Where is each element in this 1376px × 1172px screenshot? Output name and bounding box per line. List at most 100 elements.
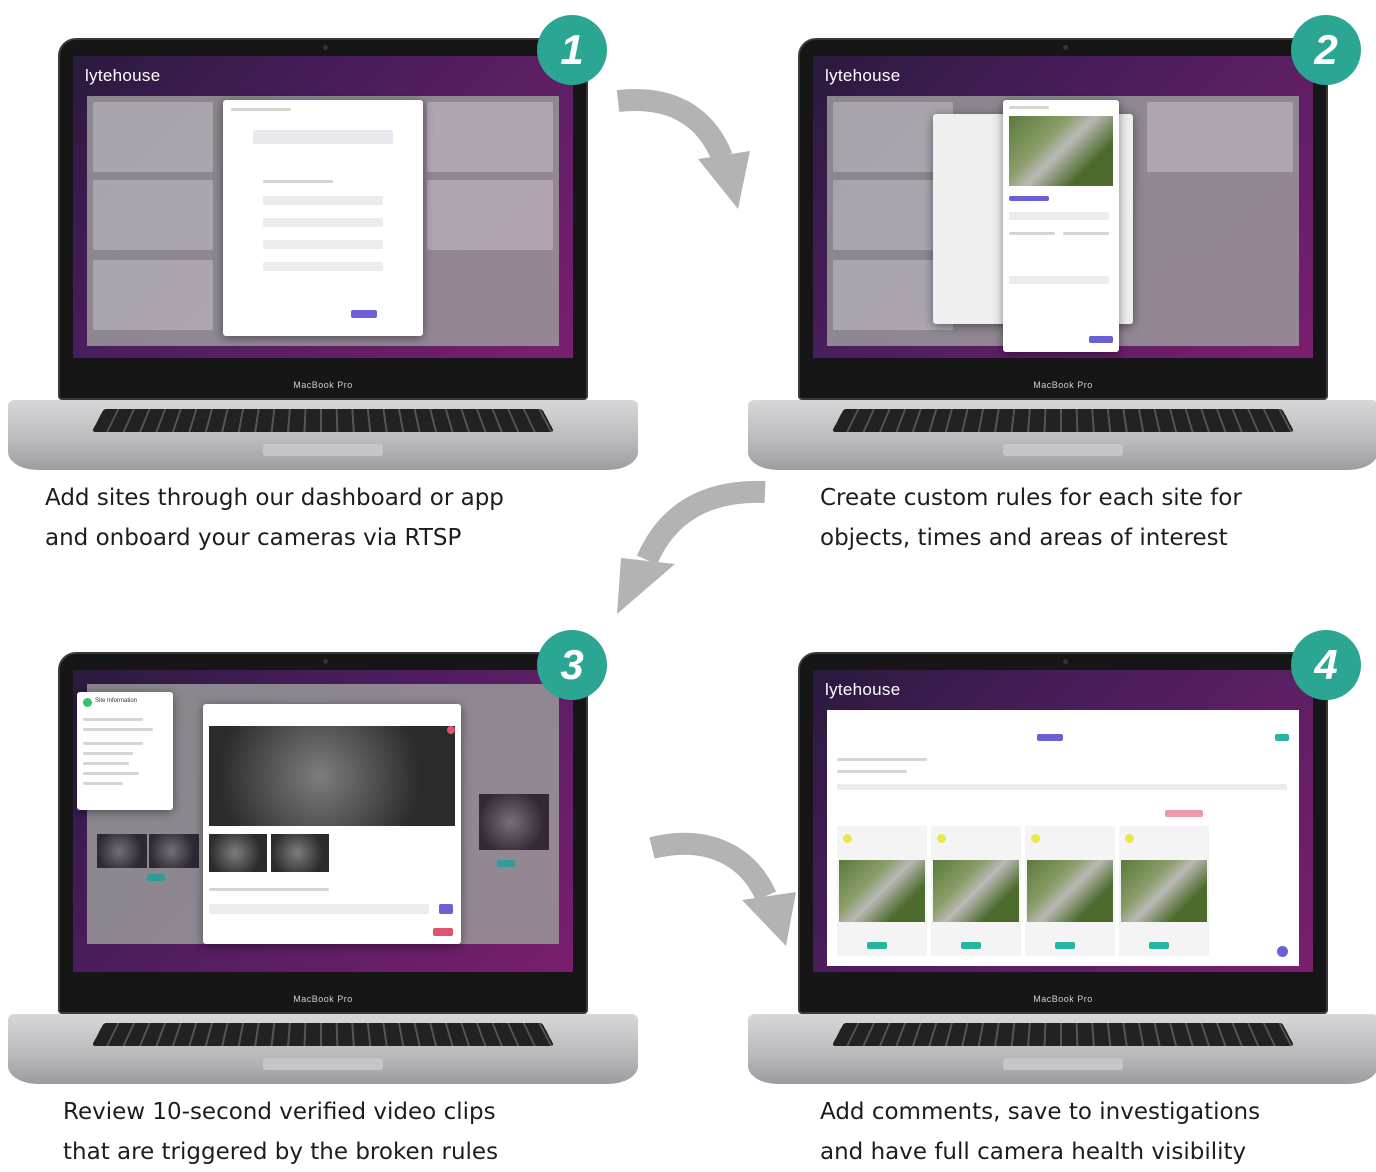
camera-snapshot — [933, 860, 1019, 922]
object-chip[interactable] — [1009, 196, 1049, 201]
camera-card[interactable] — [931, 826, 1021, 956]
send-comment-button[interactable] — [439, 904, 453, 914]
save-site-button[interactable] — [351, 310, 377, 318]
brand-logo: lytehouse — [825, 66, 901, 85]
clip-action-button[interactable] — [497, 860, 515, 867]
investigate-button[interactable] — [867, 942, 887, 949]
rules-modal[interactable] — [1003, 100, 1119, 352]
trackpad — [263, 1058, 383, 1070]
camera-card[interactable] — [1119, 826, 1209, 956]
brand-logo: lytehouse — [85, 66, 161, 85]
site-card — [93, 180, 213, 250]
site-info-dot — [83, 698, 92, 707]
investigate-button[interactable] — [1055, 942, 1075, 949]
clip-thumbnail[interactable] — [97, 834, 147, 868]
video-player[interactable] — [209, 726, 455, 826]
trackpad — [263, 444, 383, 456]
arrow-step3-to-step4-icon — [649, 832, 796, 946]
caption-step-4: Add comments, save to investigations and… — [820, 1092, 1260, 1172]
laptop-base — [748, 400, 1376, 470]
step-badge-3: 3 — [537, 630, 607, 700]
camera-snapshot — [1121, 860, 1207, 922]
device-label: MacBook Pro — [1033, 994, 1093, 1004]
investigate-button[interactable] — [961, 942, 981, 949]
device-label: MacBook Pro — [293, 380, 353, 390]
laptop-base — [748, 1014, 1376, 1084]
trackpad — [1003, 444, 1123, 456]
caption-step-1: Add sites through our dashboard or app a… — [45, 478, 504, 558]
caption-line: Add sites through our dashboard or app — [45, 485, 504, 511]
laptop-base — [8, 1014, 638, 1084]
step-badge-4: 4 — [1291, 630, 1361, 700]
step-badge-2: 2 — [1291, 15, 1361, 85]
keyboard — [831, 1022, 1295, 1046]
clip-review-modal[interactable] — [203, 704, 461, 944]
site-card — [427, 180, 553, 250]
site-card — [93, 260, 213, 330]
keyboard — [91, 1022, 555, 1046]
status-dot — [937, 834, 946, 843]
laptop-lid: Site Information MacBook Pro — [58, 652, 588, 1014]
caption-line: Add comments, save to investigations — [820, 1099, 1261, 1125]
search-button[interactable] — [1037, 734, 1063, 741]
caption-line: and onboard your cameras via RTSP — [45, 525, 462, 551]
laptop-step-3: Site Information MacBook Pro — [8, 652, 638, 1087]
caption-line: Create custom rules for each site for — [820, 485, 1242, 511]
add-button[interactable] — [1277, 946, 1288, 957]
arrow-step2-to-step3-icon — [617, 480, 766, 614]
brand-logo: lytehouse — [825, 680, 901, 699]
clip-thumbnail[interactable] — [479, 794, 549, 850]
caption-step-3: Review 10-second verified video clips th… — [63, 1092, 498, 1172]
camera-card[interactable] — [837, 826, 927, 956]
camera-dot — [323, 659, 328, 664]
device-label: MacBook Pro — [1033, 380, 1093, 390]
camera-dot — [1063, 659, 1068, 664]
camera-snapshot — [1027, 860, 1113, 922]
site-card — [1147, 102, 1293, 172]
laptop-lid: lytehouse MacBook Pro — [58, 38, 588, 400]
caption-line: and have full camera health visibility — [820, 1139, 1247, 1165]
camera-snapshot — [839, 860, 925, 922]
clip-thumbnail[interactable] — [149, 834, 199, 868]
screen-add-sites: lytehouse — [73, 56, 573, 358]
main-content — [827, 710, 1299, 966]
clip-thumbnail[interactable] — [271, 834, 329, 872]
arrow-step1-to-step2-icon — [616, 89, 750, 209]
caption-step-2: Create custom rules for each site for ob… — [820, 478, 1242, 558]
caption-line: Review 10-second verified video clips — [63, 1099, 496, 1125]
step-badge-1: 1 — [537, 15, 607, 85]
clip-action-button[interactable] — [147, 874, 165, 881]
close-icon[interactable] — [447, 726, 455, 734]
trackpad — [1003, 1058, 1123, 1070]
site-information-popover: Site Information — [77, 692, 173, 810]
screen-custom-rules: lytehouse — [813, 56, 1313, 358]
add-site-modal[interactable] — [223, 100, 423, 336]
laptop-step-1: lytehouse MacBook Pro — [8, 38, 638, 473]
screen-investigations: lytehouse — [813, 670, 1313, 972]
screen-review-clips: Site Information — [73, 670, 573, 972]
camera-dot — [323, 45, 328, 50]
laptop-base — [8, 400, 638, 470]
laptop-lid: lytehouse MacBook Pro — [798, 652, 1328, 1014]
camera-card[interactable] — [1025, 826, 1115, 956]
export-button[interactable] — [1275, 734, 1289, 741]
keyboard — [91, 408, 555, 432]
clip-thumbnail[interactable] — [209, 834, 267, 872]
site-info-title: Site Information — [95, 698, 138, 704]
investigate-button[interactable] — [1149, 942, 1169, 949]
device-label: MacBook Pro — [293, 994, 353, 1004]
status-dot — [1031, 834, 1040, 843]
laptop-lid: lytehouse MacBook Pro — [798, 38, 1328, 400]
status-dot — [1125, 834, 1134, 843]
alert-tag — [1165, 810, 1203, 817]
save-rule-button[interactable] — [1089, 336, 1113, 343]
dismiss-button[interactable] — [433, 928, 453, 936]
site-card — [93, 102, 213, 172]
camera-preview — [1009, 116, 1113, 186]
status-dot — [843, 834, 852, 843]
caption-line: that are triggered by the broken rules — [63, 1139, 499, 1165]
site-card — [427, 102, 553, 172]
caption-line: objects, times and areas of interest — [820, 525, 1228, 551]
laptop-step-4: lytehouse MacBook Pro — [748, 652, 1376, 1087]
laptop-step-2: lytehouse MacBook Pro — [748, 38, 1376, 473]
